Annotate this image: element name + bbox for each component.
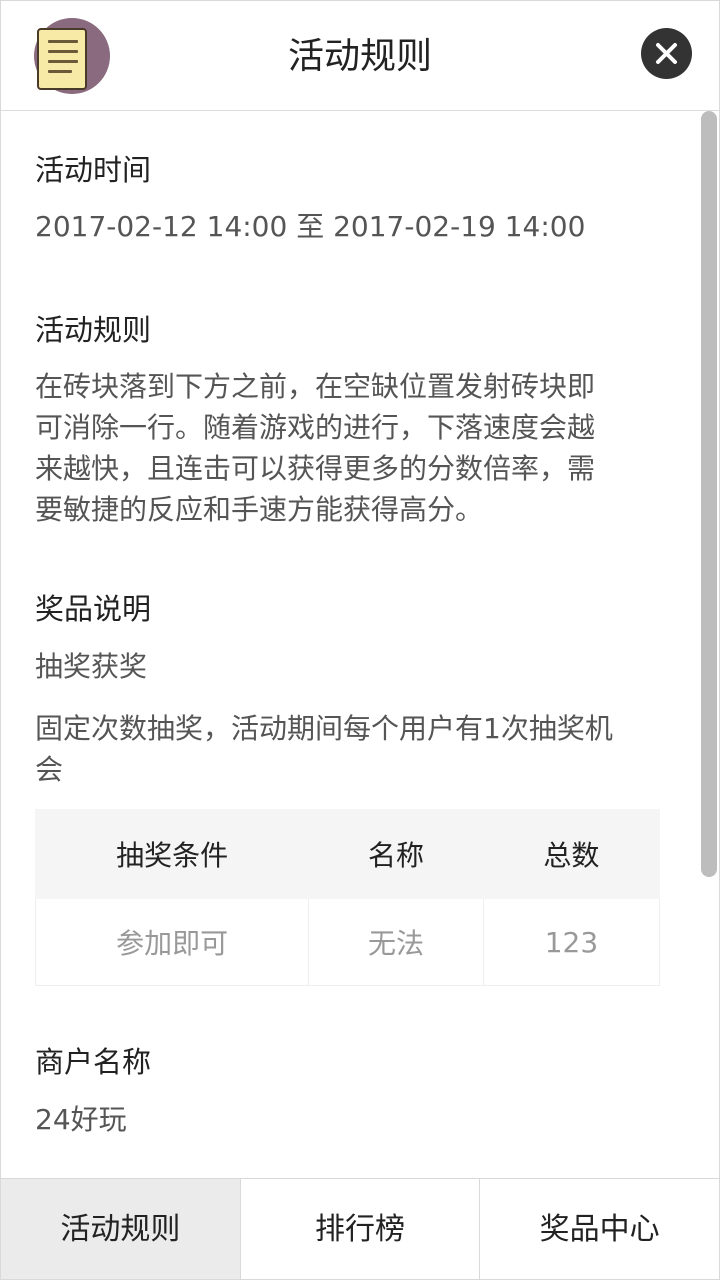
close-button[interactable] xyxy=(641,28,692,79)
close-icon xyxy=(656,43,677,64)
prize-table: 抽奖条件 名称 总数 参加即可 无法 123 xyxy=(34,809,661,986)
section-title-prizes: 奖品说明 xyxy=(35,592,152,626)
table-cell-name: 无法 xyxy=(308,898,484,986)
rules-line: 在砖块落到下方之前，在空缺位置发射砖块即 xyxy=(35,370,596,403)
tab-prize-center[interactable]: 奖品中心 xyxy=(480,1179,719,1279)
section-title-rules: 活动规则 xyxy=(35,313,152,347)
rules-line: 来越快，且连击可以获得更多的分数倍率，需 xyxy=(35,452,596,485)
prize-type: 抽奖获奖 xyxy=(35,650,148,683)
prize-desc-line: 固定次数抽奖，活动期间每个用户有1次抽奖机 xyxy=(35,712,613,745)
table-header-row: 抽奖条件 名称 总数 xyxy=(34,809,661,899)
table-header-condition: 抽奖条件 xyxy=(34,809,310,899)
bottom-tab-bar: 活动规则 排行榜 奖品中心 xyxy=(1,1178,719,1279)
header-bar: 活动规则 xyxy=(1,1,719,111)
section-title-time: 活动时间 xyxy=(35,153,152,187)
tab-rules[interactable]: 活动规则 xyxy=(1,1179,241,1279)
table-header-name: 名称 xyxy=(308,809,484,899)
tab-leaderboard[interactable]: 排行榜 xyxy=(240,1179,481,1279)
rules-content[interactable]: 活动时间 2017-02-12 14:00 至 2017-02-19 14:00… xyxy=(1,111,719,1178)
rules-panel: 活动规则 活动时间 2017-02-12 14:00 至 2017-02-19 … xyxy=(0,0,720,1280)
prize-desc-line: 会 xyxy=(35,753,64,786)
activity-time-value: 2017-02-12 14:00 至 2017-02-19 14:00 xyxy=(35,210,586,243)
table-cell-total: 123 xyxy=(482,898,661,986)
table-row: 参加即可 无法 123 xyxy=(34,898,661,986)
prize-description: 固定次数抽奖，活动期间每个用户有1次抽奖机 会 xyxy=(35,708,660,790)
scrollbar[interactable] xyxy=(701,111,717,877)
table-cell-condition: 参加即可 xyxy=(34,898,310,986)
rules-line: 可消除一行。随着游戏的进行，下落速度会越 xyxy=(35,411,596,444)
page-title: 活动规则 xyxy=(287,36,432,77)
rules-line: 要敏捷的反应和手速方能获得高分。 xyxy=(35,493,484,526)
section-title-merchant: 商户名称 xyxy=(35,1045,152,1079)
rules-description: 在砖块落到下方之前，在空缺位置发射砖块即 可消除一行。随着游戏的进行，下落速度会… xyxy=(35,366,660,530)
table-header-total: 总数 xyxy=(482,809,661,899)
merchant-name: 24好玩 xyxy=(35,1103,127,1136)
